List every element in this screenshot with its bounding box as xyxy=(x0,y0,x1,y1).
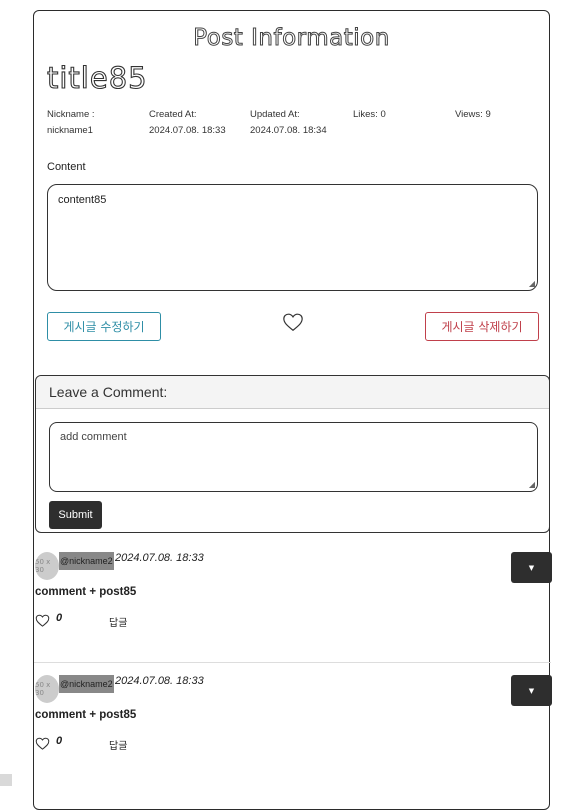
created-label: Created At: xyxy=(149,109,197,120)
reply-button[interactable]: 답글 xyxy=(109,737,127,752)
divider xyxy=(34,662,551,663)
comment-likes-count: 0 xyxy=(56,612,63,624)
caret-down-icon: ▼ xyxy=(528,563,535,572)
resize-handle-icon[interactable]: ◢ xyxy=(529,280,535,288)
comment-nickname[interactable]: @nickname2 xyxy=(59,675,114,693)
comment-input-placeholder: add comment xyxy=(60,431,127,443)
window-corner xyxy=(0,774,12,786)
post-title: title85 xyxy=(46,60,148,95)
heart-icon[interactable] xyxy=(35,736,50,751)
heart-icon[interactable] xyxy=(282,311,304,333)
content-label: Content xyxy=(47,161,86,173)
comment-nickname[interactable]: @nickname2 xyxy=(59,552,114,570)
reply-button[interactable]: 답글 xyxy=(109,614,127,629)
page-title: Post Information xyxy=(193,25,390,52)
comment-form-heading: Leave a Comment: xyxy=(36,376,549,409)
avatar: 50 x 30 xyxy=(35,552,59,580)
comment-text: comment + post85 xyxy=(35,586,137,598)
updated-label: Updated At: xyxy=(250,109,300,120)
submit-comment-button[interactable]: Submit xyxy=(49,501,102,529)
comment-options-dropdown[interactable]: ▼ xyxy=(511,552,552,583)
meta-updated: Updated At: 2024.07.08. 18:34 xyxy=(250,107,327,139)
meta-views: Views: 9 xyxy=(455,107,491,123)
comment-date: 2024.07.08. 18:33 xyxy=(115,675,204,687)
nickname-label: Nickname : xyxy=(47,109,95,120)
content-textarea[interactable]: content85 ◢ xyxy=(47,184,538,291)
created-value: 2024.07.08. 18:33 xyxy=(149,125,226,136)
meta-created: Created At: 2024.07.08. 18:33 xyxy=(149,107,226,139)
comment-likes-count: 0 xyxy=(56,735,63,747)
delete-post-button[interactable]: 게시글 삭제하기 xyxy=(425,312,539,341)
comment-item: 50 x 30 @nickname2 2024.07.08. 18:33 ▼ c… xyxy=(34,664,552,779)
post-card: Post Information title85 Nickname : nick… xyxy=(33,10,552,810)
caret-down-icon: ▼ xyxy=(528,686,535,695)
views-label: Views: 9 xyxy=(455,109,491,120)
updated-value: 2024.07.08. 18:34 xyxy=(250,125,327,136)
nickname-value: nickname1 xyxy=(47,125,93,136)
comment-date: 2024.07.08. 18:33 xyxy=(115,552,204,564)
edit-post-button[interactable]: 게시글 수정하기 xyxy=(47,312,161,341)
avatar: 50 x 30 xyxy=(35,675,59,703)
comment-options-dropdown[interactable]: ▼ xyxy=(511,675,552,706)
resize-handle-icon[interactable]: ◢ xyxy=(529,481,535,489)
comment-form: Leave a Comment: add comment ◢ Submit xyxy=(35,375,550,533)
likes-label: Likes: 0 xyxy=(353,109,386,120)
comment-item: 50 x 30 @nickname2 2024.07.08. 18:33 ▼ c… xyxy=(34,541,552,656)
meta-nickname: Nickname : nickname1 xyxy=(47,107,95,139)
heart-icon[interactable] xyxy=(35,613,50,628)
comment-text: comment + post85 xyxy=(35,709,137,721)
meta-likes: Likes: 0 xyxy=(353,107,386,123)
content-text: content85 xyxy=(58,194,107,206)
comment-input[interactable]: add comment ◢ xyxy=(49,422,538,492)
